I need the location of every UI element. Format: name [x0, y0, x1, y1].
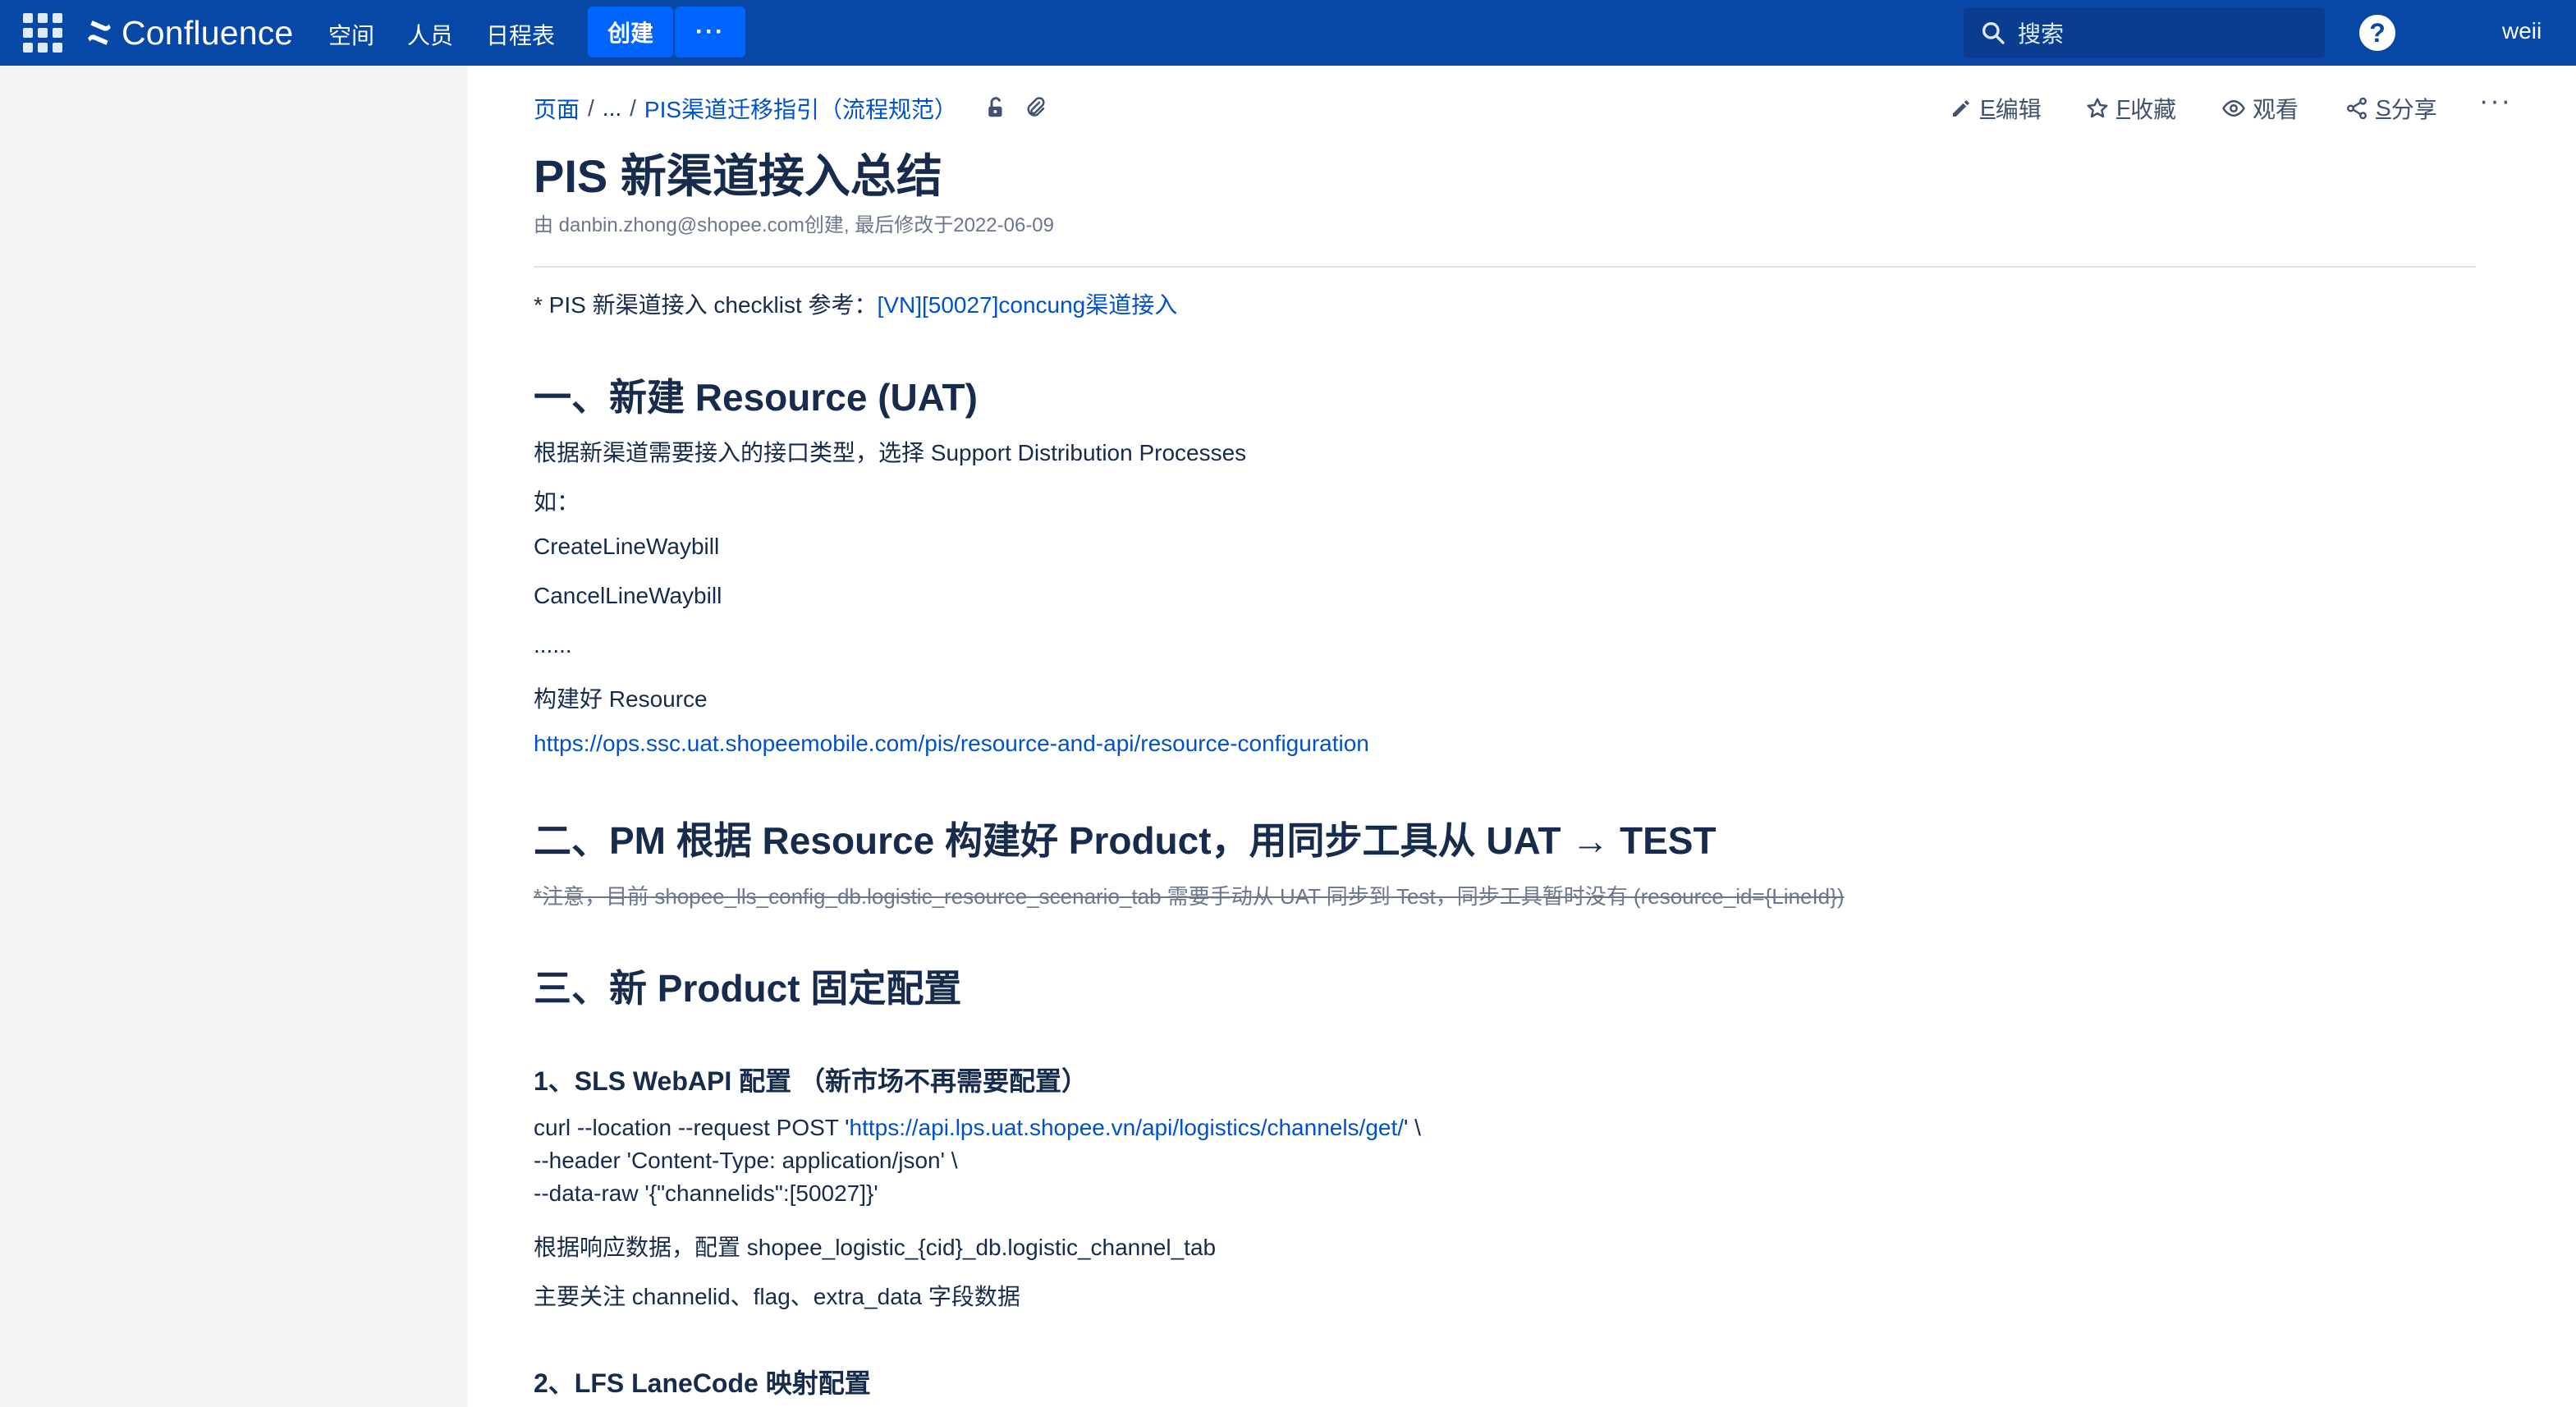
user-profile[interactable]: weii	[2502, 18, 2542, 44]
page-title: PIS 新渠道接入总结	[534, 150, 942, 202]
app-switcher-icon[interactable]	[23, 13, 62, 53]
star-icon	[2087, 98, 2108, 118]
share-label: 分享	[2390, 97, 2437, 122]
channels-api-link[interactable]: https://api.lps.uat.shopee.vn/api/logist…	[850, 1115, 1405, 1140]
code-line-1-suffix: ' \	[1404, 1115, 1421, 1140]
section-1-example-label: 如：	[534, 489, 580, 515]
edit-button[interactable]: E 编辑	[1949, 92, 2042, 125]
breadcrumb: 页面 / ... / PIS渠道迁移指引（流程规范）	[534, 92, 957, 125]
more-actions-icon[interactable]: ···	[2479, 85, 2512, 117]
more-create-options-button[interactable]: ···	[675, 7, 745, 57]
code-line-1-prefix: curl --location --request POST '	[534, 1115, 850, 1140]
top-navigation-bar: Confluence 空间 人员 日程表 创建 ··· 搜索 ? weii	[0, 0, 2576, 66]
favorite-button[interactable]: F 收藏	[2085, 92, 2176, 125]
page-status-icons	[983, 95, 1047, 120]
breadcrumb-separator: /	[630, 95, 636, 121]
section-2-heading: 二、PM 根据 Resource 构建好 Product，用同步工具从 UAT …	[534, 819, 1717, 862]
confluence-logo-icon	[88, 21, 111, 45]
share-button[interactable]: S 分享	[2345, 92, 2437, 125]
breadcrumb-collapsed[interactable]: ...	[603, 95, 621, 121]
breadcrumb-separator: /	[588, 95, 594, 121]
search-placeholder: 搜索	[2018, 21, 2065, 47]
subsection-1-paragraph: 根据响应数据，配置 shopee_logistic_{cid}_db.logis…	[534, 1235, 1217, 1260]
resource-configuration-link: https://ops.ssc.uat.shopeemobile.com/pis…	[534, 731, 1369, 757]
search-input[interactable]: 搜索	[1964, 7, 2325, 58]
favorite-shortcut-key: F	[2116, 95, 2131, 121]
section-1-item: CancelLineWaybill	[534, 583, 722, 608]
breadcrumb-parent-link[interactable]: PIS渠道迁移指引（流程规范）	[644, 92, 957, 125]
watch-label: 观看	[2253, 97, 2299, 122]
section-1-item: ......	[534, 632, 572, 658]
checklist-paragraph: * PIS 新渠道接入 checklist 参考：[VN][50027]conc…	[534, 287, 1177, 320]
create-button[interactable]: 创建	[588, 7, 673, 57]
help-icon[interactable]: ?	[2359, 15, 2395, 51]
attachment-icon[interactable]	[1023, 95, 1047, 120]
page-byline: 由 danbin.zhong@shopee.com创建, 最后修改于2022-0…	[534, 214, 1055, 236]
divider	[534, 266, 2476, 268]
watch-button[interactable]: 观看	[2221, 92, 2299, 125]
subsection-1-paragraph: 主要关注 channelid、flag、extra_data 字段数据	[534, 1284, 1020, 1309]
favorite-label: 收藏	[2130, 97, 2177, 122]
search-icon	[1982, 21, 2005, 44]
share-shortcut-key: S	[2376, 95, 2391, 121]
subsection-1-heading: 1、SLS WebAPI 配置 （新市场不再需要配置）	[534, 1066, 1089, 1096]
section-1-build-label: 构建好 Resource	[534, 686, 708, 712]
section-2-note: *注意，目前 shopee_lls_config_db.logistic_res…	[534, 884, 1845, 909]
nav-calendar[interactable]: 日程表	[486, 18, 555, 51]
section-1-intro: 根据新渠道需要接入的接口类型，选择 Support Distribution P…	[534, 440, 1247, 465]
section-1-heading: 一、新建 Resource (UAT)	[534, 376, 978, 419]
pencil-icon	[1953, 100, 1969, 117]
resource-configuration-url[interactable]: https://ops.ssc.uat.shopeemobile.com/pis…	[534, 731, 1369, 756]
subsection-2-heading: 2、LFS LaneCode 映射配置	[534, 1368, 871, 1398]
checklist-prefix: * PIS 新渠道接入 checklist 参考：	[534, 292, 878, 318]
nav-spaces[interactable]: 空间	[328, 18, 374, 51]
section-1-item: CreateLineWaybill	[534, 534, 720, 559]
code-line-2: --header 'Content-Type: application/json…	[534, 1148, 958, 1173]
sidebar	[0, 66, 468, 1407]
breadcrumb-pages-link[interactable]: 页面	[534, 92, 580, 125]
logo-text: Confluence	[121, 13, 294, 52]
confluence-logo[interactable]: Confluence	[85, 11, 293, 54]
edit-label: 编辑	[1995, 97, 2042, 122]
share-icon	[2347, 97, 2367, 120]
section-3-heading: 三、新 Product 固定配置	[534, 967, 962, 1010]
code-line-1: curl --location --request POST 'https://…	[534, 1115, 1421, 1141]
eye-icon	[2222, 99, 2245, 117]
checklist-link[interactable]: [VN][50027]concung渠道接入	[878, 292, 1178, 318]
unlock-icon[interactable]	[983, 95, 1008, 120]
nav-people[interactable]: 人员	[407, 18, 453, 51]
code-line-3: --data-raw '{"channelids":[50027]}'	[534, 1180, 878, 1206]
edit-shortcut-key: E	[1980, 95, 1996, 121]
